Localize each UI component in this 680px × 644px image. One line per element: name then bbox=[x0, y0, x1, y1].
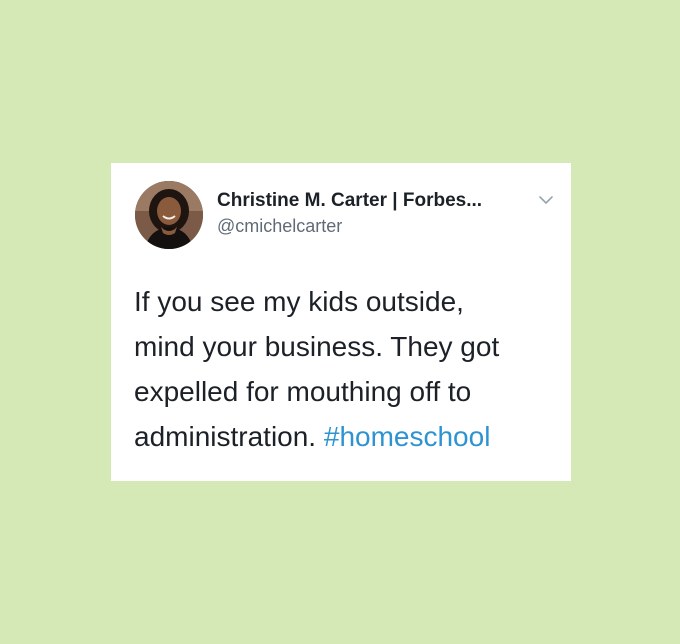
profile-photo-icon bbox=[135, 181, 203, 249]
tweet-line: mind your business. They got bbox=[134, 331, 500, 362]
author-handle[interactable]: @cmichelcarter bbox=[217, 216, 342, 237]
tweet-text: If you see my kids outside, mind your bu… bbox=[134, 279, 564, 459]
tweet-line: expelled for mouthing off to bbox=[134, 376, 472, 407]
avatar[interactable] bbox=[135, 181, 203, 249]
tweet-line: administration. bbox=[134, 421, 317, 452]
tweet-line-last: administration. #homeschool bbox=[134, 414, 564, 459]
chevron-down-icon[interactable] bbox=[537, 193, 555, 207]
tweet-card: Christine M. Carter | Forbes... @cmichel… bbox=[111, 163, 571, 481]
author-display-name[interactable]: Christine M. Carter | Forbes... bbox=[217, 190, 482, 212]
hashtag-link[interactable]: #homeschool bbox=[324, 421, 491, 452]
tweet-line: If you see my kids outside, bbox=[134, 286, 464, 317]
